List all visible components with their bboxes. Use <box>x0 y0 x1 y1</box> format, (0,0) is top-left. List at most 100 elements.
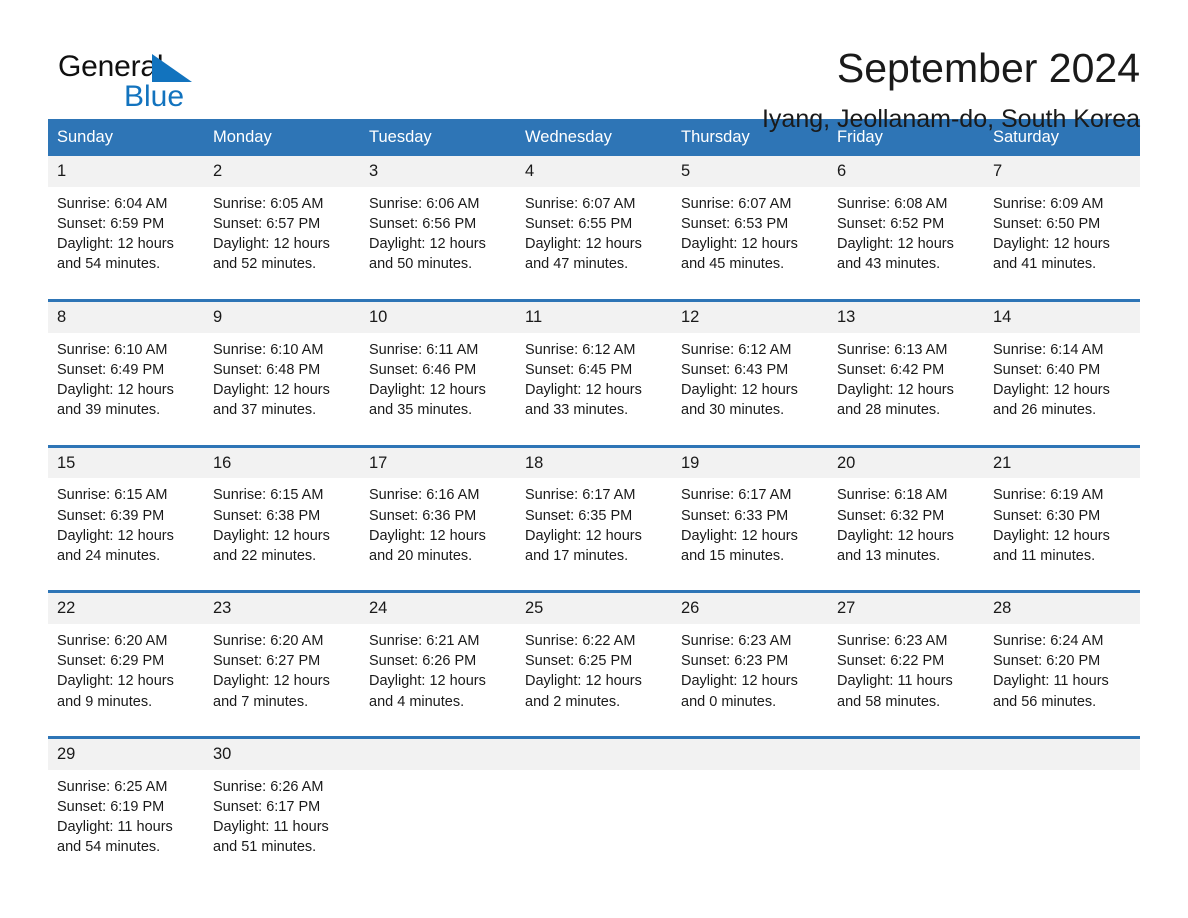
day-cell[interactable]: Sunrise: 6:10 AM Sunset: 6:48 PM Daylight:… <box>204 333 360 445</box>
day-number[interactable]: 16 <box>204 448 360 479</box>
day-cell[interactable]: Sunrise: 6:22 AM Sunset: 6:25 PM Daylight:… <box>516 624 672 736</box>
day-number[interactable]: 11 <box>516 302 672 333</box>
day-number <box>828 739 984 770</box>
day-number[interactable]: 5 <box>672 156 828 187</box>
day-number[interactable]: 27 <box>828 593 984 624</box>
sunset-text: Sunset: 6:52 PM <box>837 215 945 232</box>
day-cell[interactable]: Sunrise: 6:26 AM Sunset: 6:17 PM Daylight:… <box>204 770 360 888</box>
day-number[interactable]: 24 <box>360 593 516 624</box>
day-number[interactable]: 3 <box>360 156 516 187</box>
sunrise-text: Sunrise: 6:26 AM <box>213 778 324 795</box>
day-cell[interactable]: Sunrise: 6:12 AM Sunset: 6:43 PM Daylight:… <box>672 333 828 445</box>
day-cell[interactable]: Sunrise: 6:11 AM Sunset: 6:46 PM Daylight:… <box>360 333 516 445</box>
day-number[interactable]: 10 <box>360 302 516 333</box>
day-number[interactable]: 30 <box>204 739 360 770</box>
sunrise-text: Sunrise: 6:10 AM <box>57 341 168 358</box>
daylight-text: Daylight: 12 hours and 15 minutes. <box>681 527 798 564</box>
day-cell[interactable]: Sunrise: 6:09 AM Sunset: 6:50 PM Daylight:… <box>984 187 1140 299</box>
daylight-text: Daylight: 12 hours and 4 minutes. <box>369 673 486 710</box>
day-cell[interactable]: Sunrise: 6:10 AM Sunset: 6:49 PM Daylight:… <box>48 333 204 445</box>
day-cell[interactable]: Sunrise: 6:07 AM Sunset: 6:53 PM Daylight:… <box>672 187 828 299</box>
day-number[interactable]: 1 <box>48 156 204 187</box>
day-cell[interactable]: Sunrise: 6:12 AM Sunset: 6:45 PM Daylight:… <box>516 333 672 445</box>
day-number <box>672 739 828 770</box>
daylight-text: Daylight: 11 hours and 51 minutes. <box>213 819 329 856</box>
daylight-text: Daylight: 12 hours and 37 minutes. <box>213 381 330 418</box>
day-cell[interactable]: Sunrise: 6:13 AM Sunset: 6:42 PM Daylight:… <box>828 333 984 445</box>
sunset-text: Sunset: 6:25 PM <box>525 653 633 670</box>
day-number[interactable]: 7 <box>984 156 1140 187</box>
day-cell[interactable]: Sunrise: 6:08 AM Sunset: 6:52 PM Daylight:… <box>828 187 984 299</box>
day-cell[interactable]: Sunrise: 6:18 AM Sunset: 6:32 PM Daylight:… <box>828 478 984 590</box>
sunrise-text: Sunrise: 6:06 AM <box>369 195 480 212</box>
day-cell[interactable]: Sunrise: 6:23 AM Sunset: 6:23 PM Daylight:… <box>672 624 828 736</box>
day-number[interactable]: 9 <box>204 302 360 333</box>
sunrise-text: Sunrise: 6:14 AM <box>993 341 1104 358</box>
week-date-band: 15 16 17 18 19 20 21 <box>48 447 1140 479</box>
sunset-text: Sunset: 6:22 PM <box>837 653 945 670</box>
brand-name-general: General <box>58 50 164 83</box>
sunset-text: Sunset: 6:43 PM <box>681 361 789 378</box>
day-cell[interactable]: Sunrise: 6:23 AM Sunset: 6:22 PM Daylight:… <box>828 624 984 736</box>
week-detail-band: Sunrise: 6:25 AM Sunset: 6:19 PM Daylight:… <box>48 769 1140 888</box>
daylight-text: Daylight: 12 hours and 35 minutes. <box>369 381 486 418</box>
day-cell[interactable]: Sunrise: 6:21 AM Sunset: 6:26 PM Daylight:… <box>360 624 516 736</box>
day-cell[interactable]: Sunrise: 6:25 AM Sunset: 6:19 PM Daylight:… <box>48 770 204 888</box>
daylight-text: Daylight: 12 hours and 52 minutes. <box>213 236 330 273</box>
day-cell[interactable]: Sunrise: 6:07 AM Sunset: 6:55 PM Daylight:… <box>516 187 672 299</box>
calendar-week-row: 1 2 3 4 5 6 7 Sunrise: 6:04 AM Sunset: 6:59 PM Da… <box>48 155 1140 299</box>
day-cell[interactable]: Sunrise: 6:16 AM Sunset: 6:36 PM Daylight:… <box>360 478 516 590</box>
day-number[interactable]: 29 <box>48 739 204 770</box>
day-number[interactable]: 6 <box>828 156 984 187</box>
sunset-text: Sunset: 6:59 PM <box>57 215 165 232</box>
day-cell[interactable]: Sunrise: 6:19 AM Sunset: 6:30 PM Daylight:… <box>984 478 1140 590</box>
day-cell[interactable]: Sunrise: 6:14 AM Sunset: 6:40 PM Daylight:… <box>984 333 1140 445</box>
day-cell[interactable]: Sunrise: 6:06 AM Sunset: 6:56 PM Daylight:… <box>360 187 516 299</box>
day-number[interactable]: 15 <box>48 448 204 479</box>
day-number[interactable]: 2 <box>204 156 360 187</box>
day-cell[interactable]: Sunrise: 6:15 AM Sunset: 6:39 PM Daylight:… <box>48 478 204 590</box>
day-cell[interactable]: Sunrise: 6:15 AM Sunset: 6:38 PM Daylight:… <box>204 478 360 590</box>
sunset-text: Sunset: 6:42 PM <box>837 361 945 378</box>
day-number[interactable]: 19 <box>672 448 828 479</box>
sunrise-text: Sunrise: 6:21 AM <box>369 633 480 650</box>
day-number[interactable]: 17 <box>360 448 516 479</box>
day-number[interactable]: 26 <box>672 593 828 624</box>
day-cell[interactable]: Sunrise: 6:17 AM Sunset: 6:35 PM Daylight:… <box>516 478 672 590</box>
day-number[interactable]: 23 <box>204 593 360 624</box>
day-cell <box>516 770 672 888</box>
week-date-band: 8 9 10 11 12 13 14 <box>48 301 1140 333</box>
brand-logo[interactable]: General Blue <box>48 44 208 116</box>
day-number[interactable]: 12 <box>672 302 828 333</box>
day-cell[interactable]: Sunrise: 6:05 AM Sunset: 6:57 PM Daylight:… <box>204 187 360 299</box>
sunset-text: Sunset: 6:23 PM <box>681 653 789 670</box>
day-cell <box>984 770 1140 888</box>
day-cell[interactable]: Sunrise: 6:24 AM Sunset: 6:20 PM Daylight:… <box>984 624 1140 736</box>
daylight-text: Daylight: 12 hours and 20 minutes. <box>369 527 486 564</box>
weekday-header-row: Sunday Monday Tuesday Wednesday Thursday… <box>48 119 1140 156</box>
sunset-text: Sunset: 6:48 PM <box>213 361 321 378</box>
day-cell[interactable]: Sunrise: 6:20 AM Sunset: 6:27 PM Daylight:… <box>204 624 360 736</box>
day-cell <box>828 770 984 888</box>
day-cell[interactable]: Sunrise: 6:17 AM Sunset: 6:33 PM Daylight:… <box>672 478 828 590</box>
day-number[interactable]: 20 <box>828 448 984 479</box>
day-number[interactable]: 8 <box>48 302 204 333</box>
day-number[interactable]: 13 <box>828 302 984 333</box>
day-number[interactable]: 14 <box>984 302 1140 333</box>
day-number[interactable]: 22 <box>48 593 204 624</box>
day-number[interactable]: 18 <box>516 448 672 479</box>
calendar-week-row: 8 9 10 11 12 13 14 Sunrise: 6:10 AM Sunset: 6:49… <box>48 298 1140 445</box>
day-number[interactable]: 4 <box>516 156 672 187</box>
page-title: September 2024 <box>836 45 1140 91</box>
week-detail-band: Sunrise: 6:04 AM Sunset: 6:59 PM Daylight:… <box>48 186 1140 299</box>
day-number[interactable]: 21 <box>984 448 1140 479</box>
sunrise-text: Sunrise: 6:25 AM <box>57 778 168 795</box>
sunrise-text: Sunrise: 6:13 AM <box>837 341 948 358</box>
day-number[interactable]: 25 <box>516 593 672 624</box>
day-cell[interactable]: Sunrise: 6:20 AM Sunset: 6:29 PM Daylight:… <box>48 624 204 736</box>
sunset-text: Sunset: 6:46 PM <box>369 361 477 378</box>
daylight-text: Daylight: 12 hours and 17 minutes. <box>525 527 642 564</box>
sunrise-text: Sunrise: 6:20 AM <box>213 633 324 650</box>
day-cell[interactable]: Sunrise: 6:04 AM Sunset: 6:59 PM Daylight:… <box>48 187 204 299</box>
day-number[interactable]: 28 <box>984 593 1140 624</box>
